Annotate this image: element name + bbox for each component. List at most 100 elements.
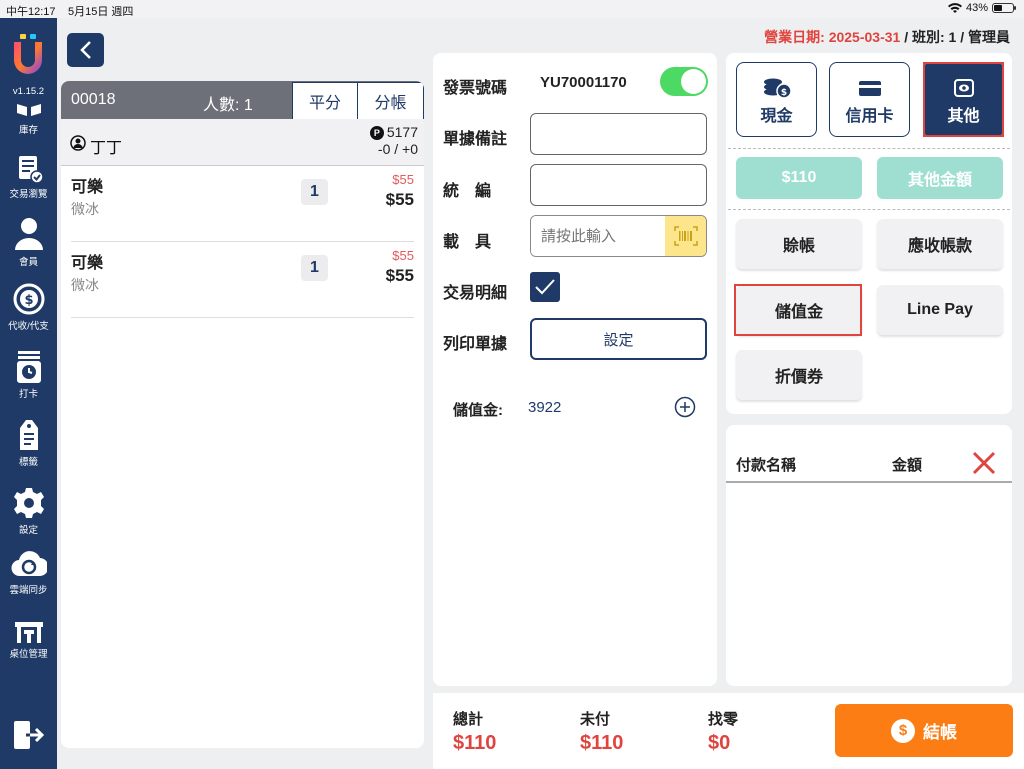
- invoice-number-label: 發票號碼: [443, 80, 508, 97]
- item-note: 微冰: [71, 277, 99, 293]
- total-label: 總計: [453, 711, 484, 728]
- sidebar-item-inventory[interactable]: 庫存: [0, 102, 57, 136]
- clock-in-icon: [16, 351, 41, 383]
- detail-label: 交易明細: [443, 285, 508, 302]
- status-bar: 中午12:17 5月15日 週四 43%: [0, 0, 1024, 18]
- logout-button[interactable]: [0, 719, 57, 753]
- barcode-scan-button[interactable]: [665, 216, 706, 256]
- sidebar-item-label: 會員: [18, 257, 38, 268]
- app-logo: [14, 34, 42, 74]
- table-management-icon: [14, 622, 43, 643]
- stored-value-amount: 3922: [528, 399, 562, 416]
- cash-coins-icon: $: [763, 78, 792, 99]
- chevron-left-icon: [79, 41, 91, 59]
- divider: [728, 148, 1010, 149]
- payment-list-header: 付款名稱 金額: [726, 425, 1012, 483]
- pay-option-credit[interactable]: 賒帳: [736, 219, 862, 269]
- dollar-coin-icon: $: [891, 718, 915, 743]
- sidebar: v1.15.2 庫存 交易瀏覽 會員 $ 代收/代支 打卡 標籤 設定 雲端同步…: [0, 18, 57, 769]
- item-price: $55: [385, 190, 414, 209]
- settings-gear-icon: [13, 488, 44, 518]
- pay-option-line-pay[interactable]: Line Pay: [877, 285, 1003, 335]
- sidebar-item-label: 設定: [18, 525, 38, 536]
- sidebar-item-label: 代收/代支: [8, 321, 49, 332]
- item-original-price: $55: [392, 172, 414, 187]
- order-item[interactable]: 可樂 微冰 1 $55 $55: [71, 242, 414, 318]
- item-original-price: $55: [392, 248, 414, 263]
- status-date: 5月15日 週四: [68, 6, 134, 18]
- quick-amount-button[interactable]: $110: [736, 157, 862, 199]
- item-name: 可樂: [71, 255, 104, 272]
- detail-checkbox[interactable]: [530, 272, 560, 302]
- pay-option-receivable[interactable]: 應收帳款: [877, 219, 1003, 269]
- invoice-number: YU70001170: [540, 74, 627, 91]
- item-quantity[interactable]: 1: [301, 179, 328, 205]
- transaction-browse-icon: [18, 156, 44, 184]
- cloud-sync-icon: [11, 551, 47, 577]
- sidebar-item-label: 打卡: [18, 389, 38, 400]
- customer-row[interactable]: 丁丁 P 5177 -0 / +0: [61, 119, 424, 166]
- footer-bar: 總計 $110 未付 $110 找零 $0 $ 結帳: [433, 693, 1024, 769]
- order-item[interactable]: 可樂 微冰 1 $55 $55: [71, 166, 414, 242]
- close-icon[interactable]: [970, 449, 998, 477]
- print-settings-button[interactable]: 設定: [530, 318, 707, 360]
- unpaid-value: $110: [580, 732, 624, 754]
- unpaid-label: 未付: [580, 711, 611, 728]
- sidebar-item-members[interactable]: 會員: [0, 216, 57, 268]
- people-count: 人數: 1: [203, 97, 253, 114]
- pay-type-cash[interactable]: $ 現金: [736, 62, 817, 137]
- sidebar-item-cloud-sync[interactable]: 雲端同步: [0, 548, 57, 596]
- member-icon: [14, 218, 43, 250]
- collect-pay-icon: $: [13, 283, 44, 315]
- item-name: 可樂: [71, 179, 104, 196]
- payment-amount-header: 金額: [892, 457, 923, 474]
- item-quantity[interactable]: 1: [301, 255, 328, 281]
- change-label: 找零: [708, 711, 739, 728]
- sidebar-item-labels[interactable]: 標籤: [0, 418, 57, 468]
- points-change: -0 / +0: [377, 141, 418, 157]
- tab-split-bill[interactable]: 分帳: [357, 82, 424, 119]
- invoice-panel: 發票號碼 YU70001170 單據備註 統 編 載 具 交易明細 列印單據 設…: [433, 53, 717, 686]
- checkmark-icon: [535, 279, 555, 295]
- shift-info: / 班別: 1 / 管理員: [900, 29, 1010, 45]
- pay-type-credit-card[interactable]: 信用卡: [829, 62, 910, 137]
- pay-type-other[interactable]: 其他: [923, 62, 1004, 137]
- tab-split-evenly[interactable]: 平分: [292, 82, 358, 119]
- total-value: $110: [453, 732, 497, 754]
- add-stored-value-icon[interactable]: [674, 396, 696, 418]
- barcode-scan-icon: [673, 226, 698, 246]
- payment-panel: $ 現金 信用卡 其他 $110 其他金額 賒帳 應收帳款 儲值金 Line P…: [726, 53, 1012, 414]
- item-note: 微冰: [71, 201, 99, 217]
- note-input[interactable]: [530, 113, 707, 155]
- credit-card-icon: [858, 81, 881, 96]
- customer-name: 丁丁: [90, 140, 123, 157]
- sidebar-item-settings[interactable]: 設定: [0, 486, 57, 536]
- back-button[interactable]: [67, 33, 104, 67]
- other-amount-button[interactable]: 其他金額: [877, 157, 1003, 199]
- pay-option-stored-value[interactable]: 儲值金: [736, 285, 862, 335]
- tax-id-label: 統 編: [443, 183, 492, 200]
- carrier-field: [530, 215, 707, 257]
- order-number: 00018: [71, 91, 116, 108]
- carrier-input[interactable]: [531, 216, 666, 256]
- points-block: P 5177 -0 / +0: [369, 124, 418, 158]
- tax-id-input[interactable]: [530, 164, 707, 206]
- pay-option-coupon[interactable]: 折價券: [736, 350, 862, 400]
- checkout-button[interactable]: $ 結帳: [835, 704, 1013, 757]
- invoice-toggle[interactable]: [660, 67, 708, 96]
- business-info: 營業日期: 2025-03-31 / 班別: 1 / 管理員: [764, 27, 1010, 47]
- stored-value-label: 儲值金:: [453, 402, 503, 419]
- print-label: 列印單據: [443, 336, 508, 353]
- sidebar-item-transactions[interactable]: 交易瀏覽: [0, 154, 57, 200]
- sidebar-item-clock-in[interactable]: 打卡: [0, 350, 57, 400]
- sidebar-item-label: 桌位管理: [9, 649, 48, 660]
- label-icon: [19, 420, 38, 450]
- order-panel: 00018 人數: 1 平分 分帳 丁丁 P 5177 -0 / +0 可樂 微冰…: [61, 81, 424, 748]
- inventory-icon: [16, 104, 41, 116]
- status-right: 43%: [947, 2, 1016, 14]
- business-date: 營業日期: 2025-03-31: [764, 29, 901, 45]
- sidebar-item-collect-pay[interactable]: $ 代收/代支: [0, 282, 57, 332]
- sidebar-item-label: 雲端同步: [9, 585, 48, 596]
- sidebar-item-table-management[interactable]: 桌位管理: [0, 620, 57, 660]
- status-time: 中午12:17: [6, 6, 56, 18]
